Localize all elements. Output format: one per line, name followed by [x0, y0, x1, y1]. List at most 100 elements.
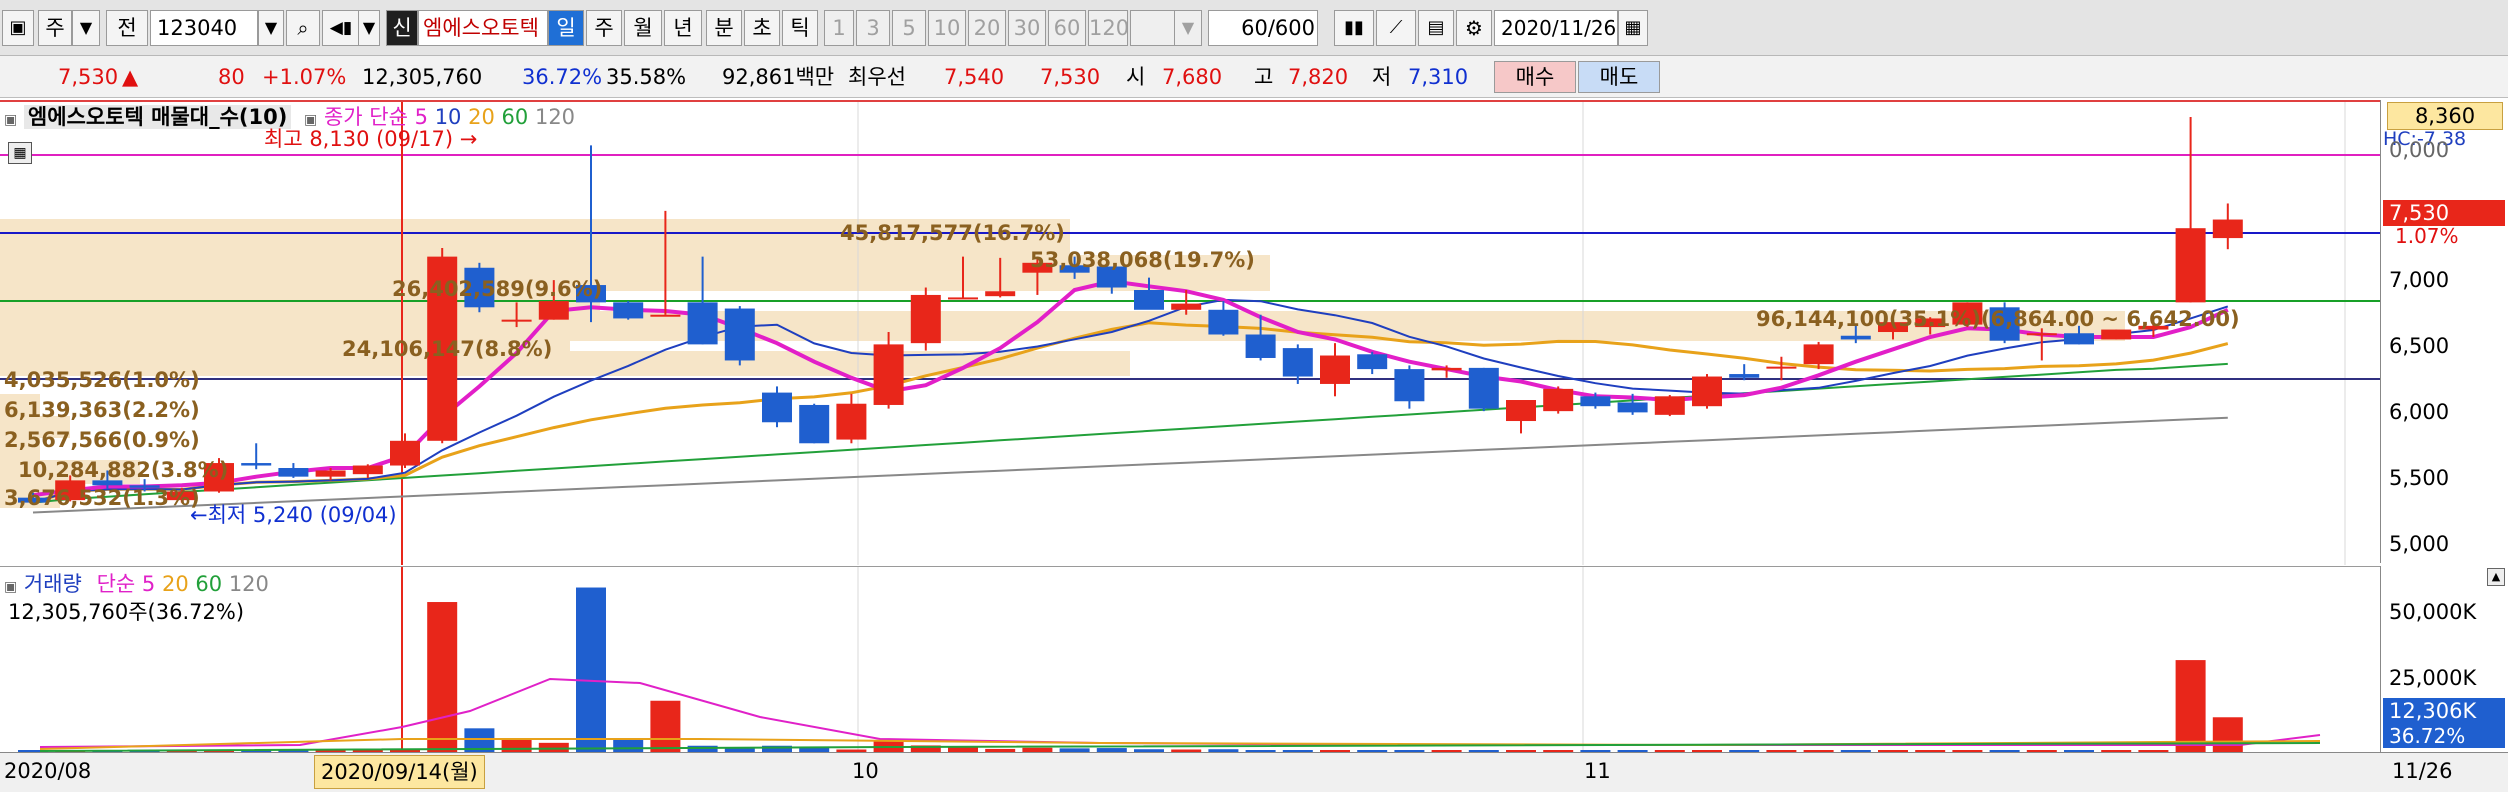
volume-tick: 50,000K [2389, 600, 2477, 624]
save-icon[interactable]: ▤ [1418, 10, 1454, 46]
price-tick-cut: 0,000 [2389, 138, 2450, 162]
volume-profile-label: 26,402,589(9.6%) [392, 277, 603, 301]
candle-up [1803, 344, 1834, 365]
open-label: 시 [1126, 65, 1146, 89]
interval-5[interactable]: 5 [892, 10, 926, 46]
volume-bar [2212, 717, 2243, 753]
candle-down [1729, 374, 1760, 378]
candle-down [1580, 396, 1611, 407]
chart-menu-icon[interactable]: ▣ [2, 10, 34, 46]
interval-30[interactable]: 30 [1008, 10, 1046, 46]
price-chart-pane[interactable]: ▣ 엠에스오토텍 매물대_수(10) ▣ 종가 단순 5 10 20 60 12… [0, 100, 2380, 565]
period-month[interactable]: 월 [624, 10, 662, 46]
volume-ma-5: 5 [141, 572, 156, 596]
volume-tick: 25,000K [2389, 666, 2477, 690]
open-price: 7,680 [1162, 65, 1223, 89]
candle-down [241, 463, 272, 466]
candle-down [1357, 354, 1388, 370]
candle-up [315, 470, 346, 477]
price-tick: 6,000 [2389, 400, 2450, 424]
volume-bar [650, 700, 681, 753]
speaker-icon[interactable]: ◀▮ [322, 10, 360, 46]
line-tools-icon[interactable]: ⟋ [1376, 10, 1416, 46]
volume-chart-pane[interactable]: ▣ 거래량 단순 5 20 60 120 12,305,760주(36.72%) [0, 566, 2380, 753]
candle-up [948, 297, 978, 300]
pane-close-icon[interactable]: ▲ [2487, 568, 2505, 586]
candle-up [1543, 388, 1574, 412]
interval-dropdown-icon[interactable]: ▼ [1174, 10, 1202, 46]
current-price-badge: 7,530 [2383, 200, 2505, 226]
low-price: 7,310 [1408, 65, 1469, 89]
period-minute[interactable]: 분 [706, 10, 742, 46]
market-select[interactable]: 전 [106, 10, 148, 46]
interval-20[interactable]: 20 [968, 10, 1006, 46]
interval-1[interactable]: 1 [824, 10, 854, 46]
candle-down [799, 404, 830, 444]
interval-3[interactable]: 3 [856, 10, 890, 46]
price-tick: 5,000 [2389, 532, 2450, 556]
speaker-dropdown-icon[interactable]: ▼ [358, 10, 380, 46]
volume-axis[interactable]: ▲ 50,000K 25,000K 12,306K 36.72% [2380, 566, 2508, 752]
period-tick[interactable]: 틱 [782, 10, 818, 46]
candle-up [390, 440, 420, 466]
volume-bar [2175, 660, 2206, 753]
pane-toggle-icon[interactable]: ▣ [4, 579, 17, 595]
volume-rate: 36.72% [522, 65, 603, 89]
sell-button[interactable]: 매도 [1578, 61, 1660, 93]
current-volume-badge: 12,306K [2383, 698, 2505, 724]
high-label: 고 [1254, 65, 1274, 89]
volume-ma5-line [39, 677, 2321, 748]
volume-profile-label: 45,817,577(16.7%) [840, 221, 1065, 245]
volume-ma-60: 60 [195, 572, 223, 596]
code-dropdown-icon[interactable]: ▼ [258, 10, 284, 46]
chart-type-select[interactable]: 주 [38, 10, 72, 46]
calendar-icon[interactable]: ▦ [1618, 10, 1648, 46]
interval-60[interactable]: 60 [1048, 10, 1086, 46]
cursor-date-label: 2020/09/14(월) [314, 755, 485, 789]
interval-10[interactable]: 10 [928, 10, 966, 46]
candle-down [762, 392, 792, 423]
trade-amount: 92,861백만 [722, 65, 835, 89]
period-day[interactable]: 일 [548, 10, 584, 46]
volume-profile-label: 10,284,882(3.8%) [18, 458, 229, 482]
ma-legend-120: 120 [534, 105, 576, 129]
candle-up [910, 294, 941, 344]
candle-up [873, 344, 904, 405]
volume-chart [18, 567, 2321, 753]
display-count-input[interactable]: 60/600 [1208, 10, 1318, 46]
candle-up [352, 465, 383, 475]
credit-badge: 신 [386, 10, 418, 46]
date-input[interactable]: 2020/11/26 [1494, 10, 1618, 46]
buy-button[interactable]: 매수 [1494, 61, 1576, 93]
chart-type-dropdown-icon[interactable]: ▼ [72, 10, 100, 46]
high-price: 7,820 [1288, 65, 1349, 89]
search-icon[interactable]: ⌕ [286, 10, 320, 46]
grid-icon[interactable]: ▦ [8, 142, 32, 164]
period-week[interactable]: 주 [586, 10, 622, 46]
current-volume-pct: 36.72% [2383, 724, 2505, 748]
x-axis-label: 11 [1584, 759, 1611, 783]
pane-toggle-icon[interactable]: ▣ [4, 112, 17, 128]
current-change-pct: 1.07% [2395, 224, 2459, 248]
volume-profile-label: 24,106,147(8.8%) [342, 337, 553, 361]
period-year[interactable]: 년 [664, 10, 702, 46]
price-tick: 5,500 [2389, 466, 2450, 490]
date-axis[interactable]: 2020/08 2020/09/14(월) 10 11 11/26 [0, 752, 2508, 792]
candle-down [613, 302, 644, 319]
candle-up [2101, 329, 2132, 340]
price-axis[interactable]: 8,360 HC:-7.38 0,000 7,530 1.07% 7,000 6… [2380, 100, 2508, 563]
candle-up [1692, 376, 1722, 407]
period-second[interactable]: 초 [744, 10, 780, 46]
ma60-line [32, 362, 2228, 504]
quote-bar: 7,530 ▲ 80 +1.07% 12,305,760 36.72% 35.5… [0, 56, 2508, 98]
volume-bar [613, 739, 644, 753]
volume-profile-label: 6,139,363(2.2%) [4, 398, 200, 422]
interval-120[interactable]: 120 [1088, 10, 1128, 46]
indicator-tools-icon[interactable]: ▮▮ [1334, 10, 1374, 46]
stock-code-input[interactable]: 123040 [150, 10, 258, 46]
candle-down [724, 308, 755, 361]
volume-profile-label: 4,035,526(1.0%) [4, 368, 200, 392]
candle-down [1282, 348, 1313, 377]
gear-icon[interactable]: ⚙ [1456, 10, 1492, 46]
volume-profile-label: 53,038,068(19.7%) [1030, 248, 1255, 272]
